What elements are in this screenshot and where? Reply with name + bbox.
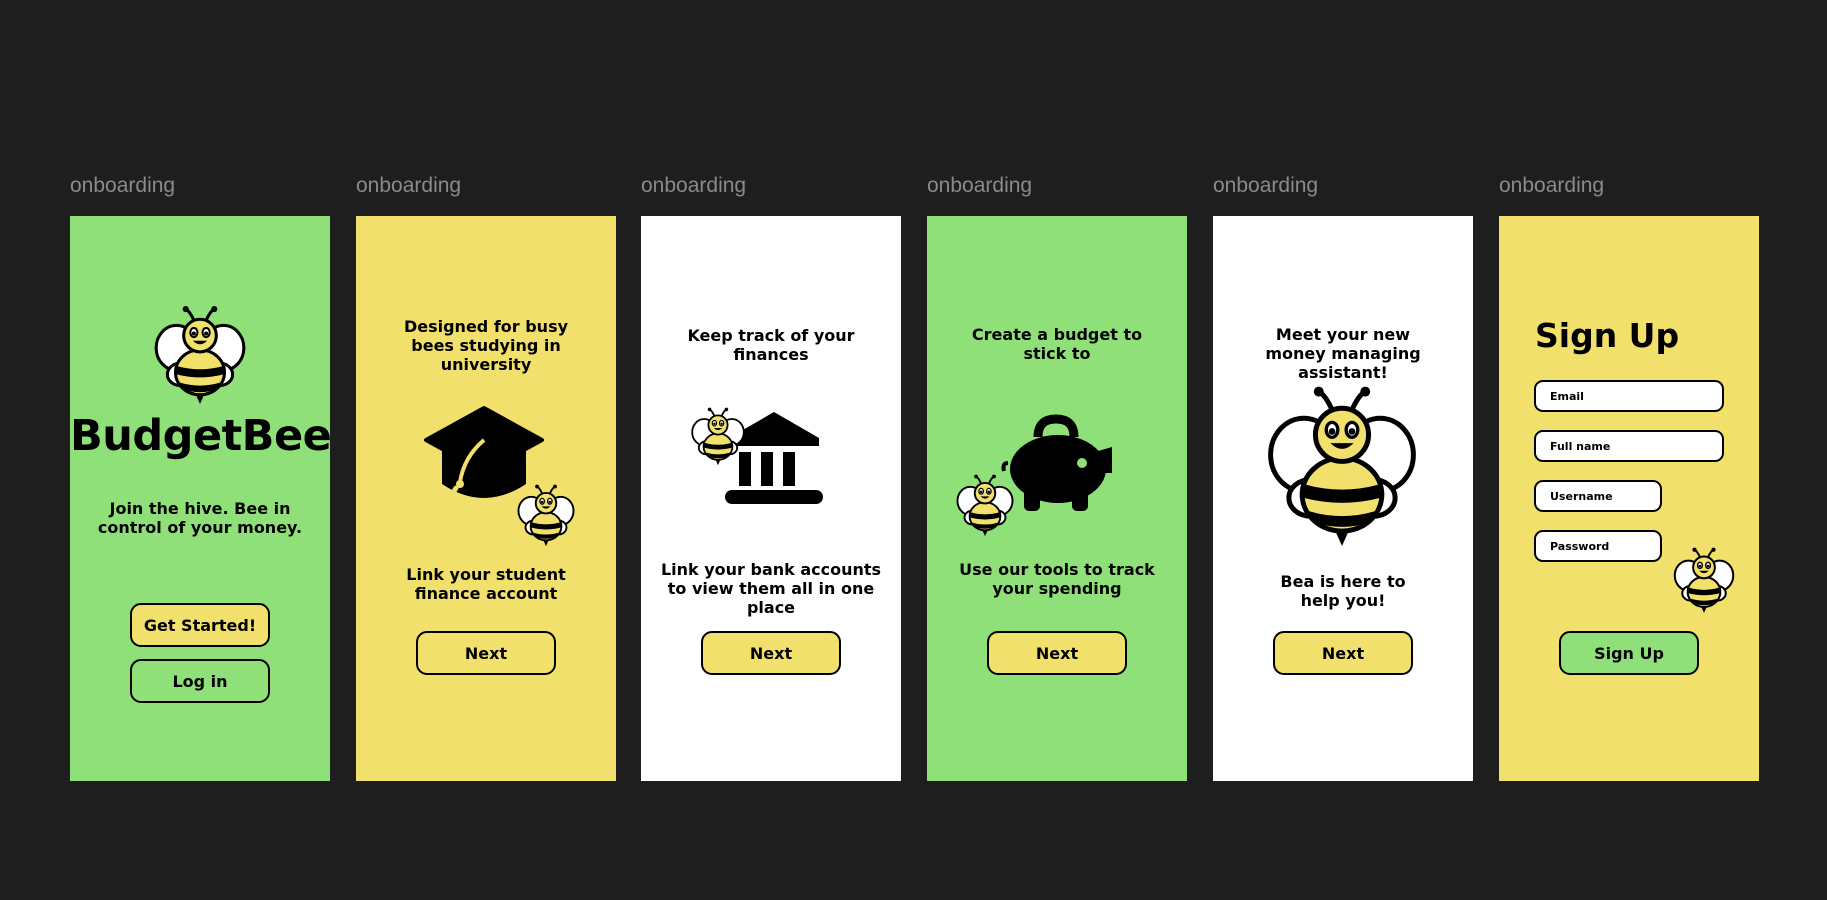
password-input[interactable]: [1548, 538, 1660, 554]
onboarding-screen-budget: Create a budget to stick to Use our tool…: [927, 216, 1187, 781]
screen-body: Link your bank accounts to view them all…: [660, 560, 882, 617]
get-started-button[interactable]: Get Started!: [130, 603, 270, 647]
screen-heading: Keep track of your finances: [687, 326, 855, 364]
frame-label: onboarding: [1499, 174, 1605, 197]
username-input[interactable]: [1548, 488, 1660, 504]
username-field[interactable]: [1534, 480, 1662, 512]
next-button[interactable]: Next: [987, 631, 1127, 675]
frame-label: onboarding: [641, 174, 747, 197]
next-button[interactable]: Next: [416, 631, 556, 675]
bee-icon: [1259, 385, 1425, 551]
frame-label: onboarding: [1213, 174, 1319, 197]
screen-heading: Meet your new money managing assistant!: [1265, 325, 1421, 382]
next-button[interactable]: Next: [701, 631, 841, 675]
bee-icon: [514, 484, 578, 548]
bee-icon: [149, 305, 251, 407]
sign-up-title: Sign Up: [1535, 316, 1680, 355]
full-name-field[interactable]: [1534, 430, 1724, 462]
log-in-button[interactable]: Log in: [130, 659, 270, 703]
screen-heading: Designed for busy bees studying in unive…: [403, 317, 569, 374]
tagline: Join the hive. Bee in control of your mo…: [97, 499, 303, 537]
screen-body: Use our tools to track your spending: [959, 560, 1155, 598]
piggy-bank-icon: [1001, 414, 1112, 511]
bee-icon: [688, 407, 748, 467]
bee-icon: [953, 474, 1017, 538]
full-name-input[interactable]: [1548, 438, 1722, 454]
bee-icon: [1670, 547, 1738, 615]
screen-heading: Create a budget to stick to: [971, 325, 1143, 363]
onboarding-screen-university: Designed for busy bees studying in unive…: [356, 216, 616, 781]
password-field[interactable]: [1534, 530, 1662, 562]
next-button[interactable]: Next: [1273, 631, 1413, 675]
onboarding-screen-assistant: Meet your new money managing assistant! …: [1213, 216, 1473, 781]
onboarding-screen-welcome: BudgetBee Join the hive. Bee in control …: [70, 216, 330, 781]
frame-label: onboarding: [70, 174, 176, 197]
app-brand-title: BudgetBee: [70, 411, 330, 461]
screen-body: Link your student finance account: [406, 565, 566, 603]
email-field[interactable]: [1534, 380, 1724, 412]
screen-body: Bea is here to help you!: [1280, 572, 1406, 610]
onboarding-screen-sign-up: Sign Up Sign Up: [1499, 216, 1759, 781]
frame-label: onboarding: [927, 174, 1033, 197]
onboarding-screen-track: Keep track of your finances Link your ba…: [641, 216, 901, 781]
email-input[interactable]: [1548, 388, 1722, 404]
sign-up-button[interactable]: Sign Up: [1559, 631, 1699, 675]
frame-label: onboarding: [356, 174, 462, 197]
